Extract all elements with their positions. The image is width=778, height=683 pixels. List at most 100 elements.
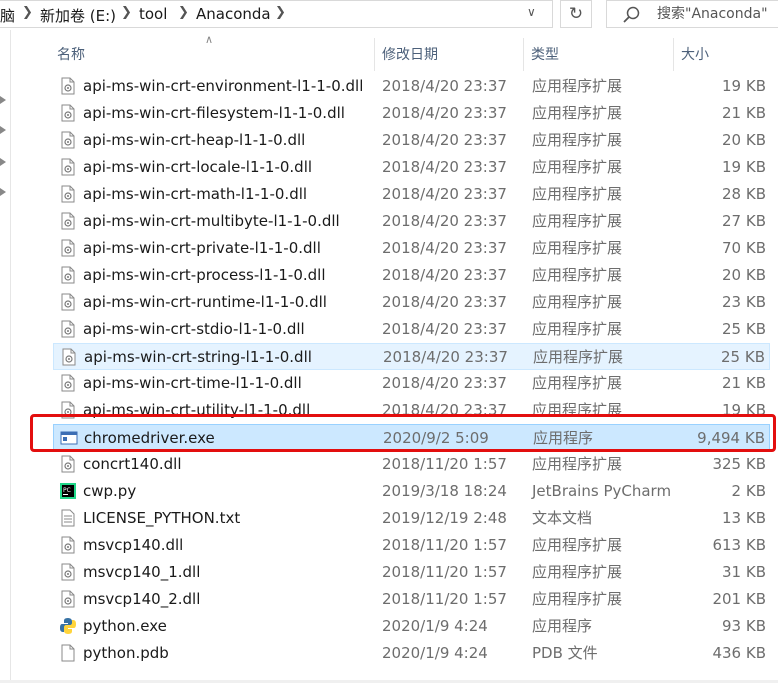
file-size: 201 KB: [712, 590, 766, 608]
file-type: 应用程序: [532, 617, 593, 635]
file-name[interactable]: api-ms-win-crt-math-l1-1-0.dll: [83, 181, 307, 206]
file-date: 2018/11/20 1:57: [382, 455, 507, 473]
dll-icon: [59, 563, 77, 581]
file-row[interactable]: PC cwp.py 2019/3/18 18:24 JetBrains PyCharm…: [53, 478, 770, 505]
file-row[interactable]: msvcp140_1.dll 2018/11/20 1:57 应用程序扩展 31 KB: [53, 559, 770, 586]
file-name[interactable]: msvcp140_1.dll: [83, 559, 200, 584]
file-name[interactable]: api-ms-win-crt-stdio-l1-1-0.dll: [83, 316, 305, 341]
column-type[interactable]: 类型: [531, 38, 559, 71]
annotation-highlight-box: [30, 414, 776, 452]
file-row[interactable]: msvcp140_2.dll 2018/11/20 1:57 应用程序扩展 201 K…: [53, 586, 770, 613]
file-name[interactable]: api-ms-win-crt-private-l1-1-0.dll: [83, 235, 321, 260]
file-row[interactable]: api-ms-win-crt-locale-l1-1-0.dll 2018/4/2…: [53, 154, 770, 181]
file-name[interactable]: api-ms-win-crt-process-l1-1-0.dll: [83, 262, 326, 287]
chevron-right-icon[interactable]: ❯: [275, 5, 286, 20]
file-row[interactable]: api-ms-win-crt-filesystem-l1-1-0.dll 2018…: [53, 100, 770, 127]
pycharm-icon: PC: [59, 482, 77, 500]
text-file-icon: [59, 509, 77, 527]
file-list[interactable]: api-ms-win-crt-environment-l1-1-0.dll 201…: [0, 73, 778, 683]
file-row[interactable]: api-ms-win-crt-stdio-l1-1-0.dll 2018/4/20…: [53, 316, 770, 343]
blank-file-icon: [59, 644, 77, 662]
file-date: 2018/4/20 23:37: [382, 212, 507, 230]
file-row[interactable]: api-ms-win-crt-time-l1-1-0.dll 2018/4/20 …: [53, 370, 770, 397]
svg-text:PC: PC: [63, 487, 71, 494]
file-name[interactable]: api-ms-win-crt-environment-l1-1-0.dll: [83, 73, 363, 98]
column-date[interactable]: 修改日期: [382, 38, 438, 71]
file-name[interactable]: api-ms-win-crt-filesystem-l1-1-0.dll: [83, 100, 345, 125]
file-name[interactable]: api-ms-win-crt-time-l1-1-0.dll: [83, 370, 302, 395]
dll-icon: [60, 348, 78, 366]
column-size[interactable]: 大小: [681, 38, 709, 71]
chevron-right-icon[interactable]: ❯: [121, 5, 132, 20]
file-name[interactable]: msvcp140.dll: [83, 532, 183, 557]
column-header: ∧ 名称 修改日期 类型 大小: [0, 33, 778, 71]
file-size: 19 KB: [722, 158, 766, 176]
file-date: 2018/4/20 23:37: [382, 185, 507, 203]
file-name[interactable]: msvcp140_2.dll: [83, 586, 200, 611]
address-bar[interactable]: 脑 ❯ 新加卷 (E:) ❯ tool ❯ Anaconda ❯ ∨: [0, 0, 553, 28]
file-name[interactable]: api-ms-win-crt-locale-l1-1-0.dll: [83, 154, 312, 179]
file-name[interactable]: cwp.py: [83, 478, 136, 503]
file-size: 93 KB: [722, 617, 766, 635]
file-row[interactable]: api-ms-win-crt-private-l1-1-0.dll 2018/4/…: [53, 235, 770, 262]
file-date: 2018/4/20 23:37: [382, 293, 507, 311]
breadcrumb-anaconda[interactable]: Anaconda: [196, 5, 271, 23]
dll-icon: [59, 239, 77, 257]
breadcrumb-drive-e[interactable]: 新加卷 (E:): [40, 5, 116, 26]
file-type: 应用程序扩展: [532, 455, 623, 473]
file-name[interactable]: LICENSE_PYTHON.txt: [83, 505, 240, 530]
chevron-right-icon[interactable]: ❯: [178, 5, 189, 20]
file-name[interactable]: concrt140.dll: [83, 451, 181, 476]
file-name[interactable]: python.exe: [83, 613, 167, 638]
file-row[interactable]: api-ms-win-crt-process-l1-1-0.dll 2018/4/…: [53, 262, 770, 289]
file-size: 27 KB: [722, 212, 766, 230]
file-date: 2018/4/20 23:37: [382, 131, 507, 149]
search-input[interactable]: [657, 4, 777, 24]
file-date: 2018/4/20 23:37: [383, 348, 508, 366]
file-row[interactable]: concrt140.dll 2018/11/20 1:57 应用程序扩展 325 KB: [53, 451, 770, 478]
file-date: 2020/1/9 4:24: [382, 617, 488, 635]
refresh-button[interactable]: ↻: [560, 0, 592, 28]
file-row[interactable]: api-ms-win-crt-environment-l1-1-0.dll 201…: [53, 73, 770, 100]
file-name[interactable]: python.pdb: [83, 640, 169, 665]
file-row[interactable]: api-ms-win-crt-multibyte-l1-1-0.dll 2018/…: [53, 208, 770, 235]
file-row[interactable]: api-ms-win-crt-heap-l1-1-0.dll 2018/4/20 …: [53, 127, 770, 154]
column-divider[interactable]: [523, 38, 524, 71]
file-date: 2018/4/20 23:37: [382, 104, 507, 122]
file-row[interactable]: LICENSE_PYTHON.txt 2019/12/19 2:48 文本文档 13 …: [53, 505, 770, 532]
dll-icon: [59, 374, 77, 392]
file-row[interactable]: api-ms-win-crt-runtime-l1-1-0.dll 2018/4/…: [53, 289, 770, 316]
file-row[interactable]: python.exe 2020/1/9 4:24 应用程序 93 KB: [53, 613, 770, 640]
file-name[interactable]: api-ms-win-crt-heap-l1-1-0.dll: [83, 127, 305, 152]
breadcrumb-this-pc[interactable]: 脑: [0, 5, 15, 26]
chevron-right-icon[interactable]: ❯: [22, 5, 33, 20]
column-divider[interactable]: [673, 38, 674, 71]
file-name[interactable]: api-ms-win-crt-runtime-l1-1-0.dll: [83, 289, 327, 314]
file-type: 应用程序扩展: [532, 104, 623, 122]
file-type: 应用程序扩展: [532, 158, 623, 176]
file-date: 2018/4/20 23:37: [382, 266, 507, 284]
file-name[interactable]: api-ms-win-crt-multibyte-l1-1-0.dll: [83, 208, 340, 233]
file-date: 2019/3/18 18:24: [382, 482, 507, 500]
file-name[interactable]: api-ms-win-crt-string-l1-1-0.dll: [84, 344, 312, 369]
column-divider[interactable]: [374, 38, 375, 71]
dll-icon: [59, 455, 77, 473]
file-size: 21 KB: [722, 104, 766, 122]
file-row[interactable]: api-ms-win-crt-math-l1-1-0.dll 2018/4/20 …: [53, 181, 770, 208]
file-row[interactable]: python.pdb 2020/1/9 4:24 PDB 文件 436 KB: [53, 640, 770, 667]
breadcrumb-tool[interactable]: tool: [139, 5, 167, 23]
sort-ascending-icon: ∧: [205, 33, 214, 46]
file-row[interactable]: msvcp140.dll 2018/11/20 1:57 应用程序扩展 613 KB: [53, 532, 770, 559]
file-row[interactable]: api-ms-win-crt-string-l1-1-0.dll 2018/4/2…: [53, 343, 770, 370]
file-type: 应用程序扩展: [532, 293, 623, 311]
chevron-down-icon[interactable]: ∨: [527, 5, 536, 19]
column-name[interactable]: 名称: [57, 38, 85, 71]
file-size: 31 KB: [722, 563, 766, 581]
file-size: 25 KB: [722, 320, 766, 338]
dll-icon: [59, 185, 77, 203]
dll-icon: [59, 77, 77, 95]
search-box[interactable]: [606, 0, 778, 28]
file-date: 2018/4/20 23:37: [382, 320, 507, 338]
dll-icon: [59, 590, 77, 608]
dll-icon: [59, 266, 77, 284]
